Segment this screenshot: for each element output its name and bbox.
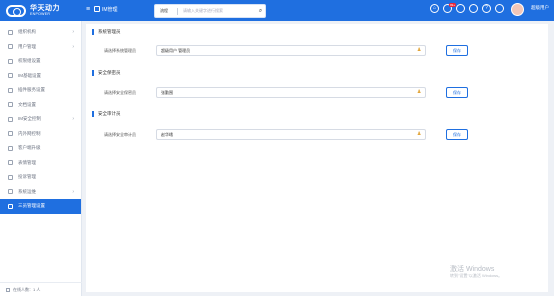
sidebar-item-label: 系统运维 bbox=[18, 188, 36, 194]
home-icon[interactable]: ⌂ bbox=[430, 4, 439, 13]
bell-icon[interactable]: 99+ bbox=[443, 3, 457, 13]
menu-item-icon bbox=[8, 116, 13, 122]
search-icon[interactable]: ⌕ bbox=[256, 8, 265, 15]
sidebar-item[interactable]: 组织机构 › bbox=[0, 25, 81, 40]
avatar[interactable] bbox=[511, 3, 524, 16]
top-icon-group: ⌂ 99+ ? bbox=[430, 3, 504, 13]
sidebar-item-label: IM安全控制 bbox=[18, 116, 41, 122]
search-input[interactable]: 请输入关键字进行搜索 bbox=[183, 8, 256, 14]
user-pick-icon[interactable]: ♟ bbox=[417, 90, 422, 95]
sidebar-item[interactable]: 插件服务设置 bbox=[0, 83, 81, 98]
sidebar-item[interactable]: 文档设置 bbox=[0, 98, 81, 113]
security-officer-value: 张勤围 bbox=[161, 90, 173, 95]
menu-item-icon bbox=[8, 160, 13, 166]
menu-item-icon bbox=[8, 174, 13, 180]
save-system-admin-button[interactable]: 保存 bbox=[446, 45, 468, 56]
menu-item-icon bbox=[8, 203, 13, 209]
online-count: 在线人数：1 人 bbox=[0, 282, 82, 296]
chevron-right-icon: › bbox=[72, 116, 74, 122]
menu-item-icon bbox=[8, 189, 13, 195]
menu-item-icon bbox=[8, 29, 13, 35]
menu-toggle-icon[interactable]: ≡ bbox=[86, 6, 93, 13]
notification-badge: 99+ bbox=[449, 3, 457, 7]
security-auditor-select[interactable]: 赵华峨 ♟ bbox=[156, 129, 426, 140]
search-scope-select[interactable]: 流程 bbox=[155, 8, 177, 14]
sidebar-list: 组织机构 › 用户管理 › 权限组设置 IM基础设置 插件服务设置 文档设置 IM安全控制 › 内外… bbox=[0, 21, 81, 214]
globe-icon[interactable] bbox=[456, 4, 465, 13]
system-admin-label: 请选择系统管理员 bbox=[104, 48, 136, 53]
menu-item-icon bbox=[8, 87, 13, 93]
sidebar-item[interactable]: 表情管理 bbox=[0, 156, 81, 171]
watermark-line-2: 转到"设置"以激活 Windows。 bbox=[450, 273, 503, 279]
menu-item-icon bbox=[8, 145, 13, 151]
sidebar-item[interactable]: IM安全控制 › bbox=[0, 112, 81, 127]
save-security-officer-button[interactable]: 保存 bbox=[446, 87, 468, 98]
help-icon[interactable]: ? bbox=[482, 4, 491, 13]
section-title-security-auditor: 安全审计员 bbox=[92, 111, 121, 117]
security-auditor-value: 赵华峨 bbox=[161, 132, 173, 137]
sidebar-item-label: 投诉管理 bbox=[18, 174, 36, 180]
menu-item-icon bbox=[8, 131, 13, 137]
security-auditor-label: 请选择安全审计员 bbox=[104, 132, 136, 137]
search-bar[interactable]: 流程 请输入关键字进行搜索 ⌕ bbox=[154, 4, 266, 18]
sidebar-item-label: 表情管理 bbox=[18, 159, 36, 165]
username[interactable]: 超级用户 bbox=[531, 5, 549, 11]
sidebar-item[interactable]: IM基础设置 bbox=[0, 69, 81, 84]
menu-item-icon bbox=[8, 58, 13, 64]
top-bar: 华天动力 ENPOWER ≡ IM管理 流程 请输入关键字进行搜索 ⌕ ⌂ 99… bbox=[0, 0, 554, 21]
section-title-security-officer: 安全保密员 bbox=[92, 70, 121, 76]
sidebar-item[interactable]: 用户管理 › bbox=[0, 40, 81, 55]
user-pick-icon[interactable]: ♟ bbox=[417, 132, 422, 137]
sidebar-item[interactable]: 权限组设置 bbox=[0, 54, 81, 69]
system-admin-select[interactable]: 超级用户 管理员 ♟ bbox=[156, 45, 426, 56]
main-panel: 系统管理员 请选择系统管理员 超级用户 管理员 ♟ 保存 安全保密员 请选择安全… bbox=[86, 24, 548, 292]
system-admin-value: 超级用户 管理员 bbox=[161, 48, 191, 53]
logo-icon bbox=[6, 5, 26, 17]
sidebar-item-label: 文档设置 bbox=[18, 101, 36, 107]
sidebar-item-label: 内外网控制 bbox=[18, 130, 41, 136]
user-icon bbox=[6, 287, 10, 292]
chevron-right-icon: › bbox=[72, 188, 74, 195]
sidebar-item-label: 组织机构 bbox=[18, 29, 36, 35]
search-divider bbox=[177, 7, 178, 15]
sidebar-item[interactable]: 三员管理设置 bbox=[0, 199, 81, 214]
menu-item-icon bbox=[8, 73, 13, 79]
logo-en-text: ENPOWER bbox=[30, 12, 51, 17]
user-pick-icon[interactable]: ♟ bbox=[417, 48, 422, 53]
sidebar-item-label: 插件服务设置 bbox=[18, 87, 45, 93]
chevron-right-icon: › bbox=[72, 29, 74, 35]
sidebar-item-label: 三员管理设置 bbox=[18, 203, 45, 209]
sidebar-item-label: 用户管理 bbox=[18, 43, 36, 49]
chat-icon[interactable] bbox=[469, 4, 478, 13]
save-security-auditor-button[interactable]: 保存 bbox=[446, 129, 468, 140]
im-app-icon bbox=[94, 6, 100, 12]
logo[interactable]: 华天动力 ENPOWER bbox=[6, 3, 76, 19]
security-officer-select[interactable]: 张勤围 ♟ bbox=[156, 87, 426, 98]
menu-item-icon bbox=[8, 102, 13, 108]
sidebar: 组织机构 › 用户管理 › 权限组设置 IM基础设置 插件服务设置 文档设置 IM安全控制 › 内外… bbox=[0, 21, 82, 296]
sidebar-item-label: IM基础设置 bbox=[18, 72, 41, 78]
sidebar-item[interactable]: 系统运维 › bbox=[0, 185, 81, 200]
logo-cn-text: 华天动力 bbox=[30, 5, 60, 13]
sidebar-item[interactable]: 客户端升级 bbox=[0, 141, 81, 156]
sidebar-item-label: 客户端升级 bbox=[18, 145, 41, 151]
sidebar-item[interactable]: 投诉管理 bbox=[0, 170, 81, 185]
section-title-system-admin: 系统管理员 bbox=[92, 29, 121, 35]
app-title[interactable]: IM管理 bbox=[102, 6, 118, 15]
online-count-label: 在线人数：1 人 bbox=[13, 287, 41, 292]
security-officer-label: 请选择安全保密员 bbox=[104, 90, 136, 95]
windows-activation-watermark: 激活 Windows 转到"设置"以激活 Windows。 bbox=[450, 266, 502, 279]
power-icon[interactable] bbox=[495, 4, 504, 13]
sidebar-item[interactable]: 内外网控制 bbox=[0, 127, 81, 142]
menu-item-icon bbox=[8, 44, 13, 50]
chevron-right-icon: › bbox=[72, 43, 74, 50]
sidebar-item-label: 权限组设置 bbox=[18, 58, 41, 64]
